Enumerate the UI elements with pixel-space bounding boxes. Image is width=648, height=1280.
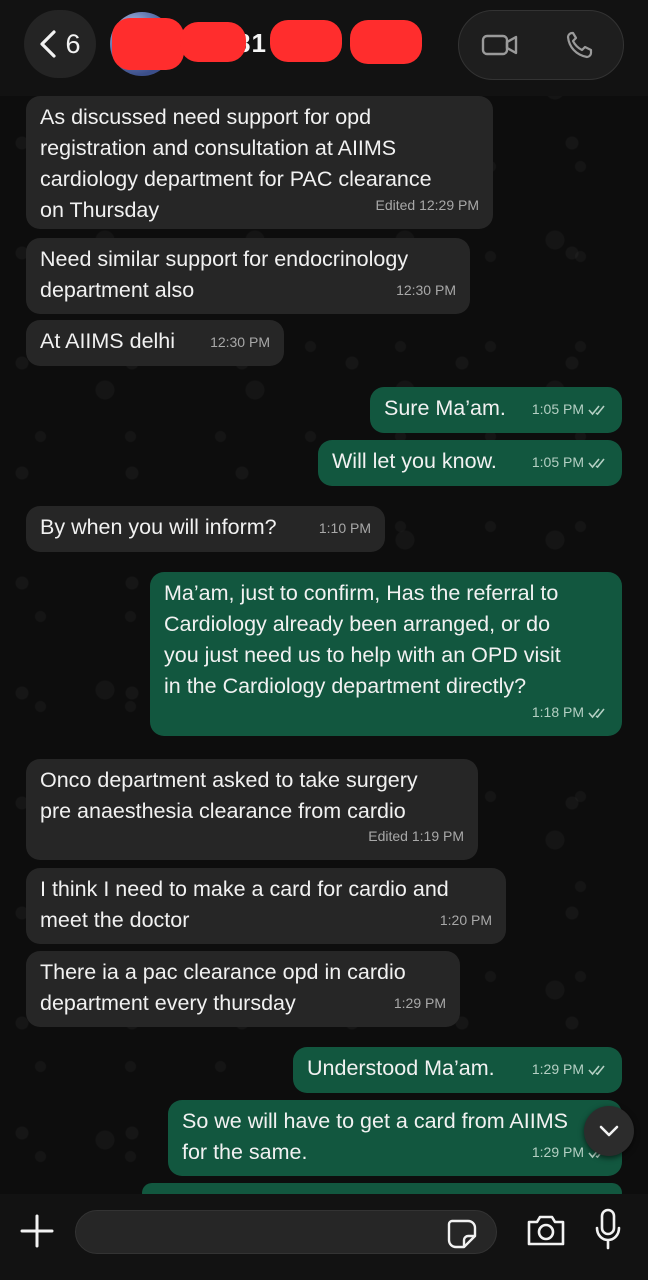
message-time: 1:05 PM — [531, 401, 584, 417]
call-buttons — [458, 10, 624, 80]
redaction-mark — [180, 22, 246, 62]
message-time: 12:30 PM — [396, 282, 456, 298]
message-bubble-incoming[interactable]: Need similar support for endocrinology d… — [26, 238, 470, 314]
message-bubble-incoming[interactable]: There ia a pac clearance opd in cardio d… — [26, 951, 460, 1027]
video-call-icon[interactable] — [481, 30, 519, 60]
message-text: I think I need to make a card for cardio… — [40, 877, 449, 932]
message-bubble-incoming[interactable]: Onco department asked to take surgery pr… — [26, 759, 478, 860]
read-receipt-icon — [588, 457, 605, 468]
message-time: 1:29 PM — [531, 1061, 584, 1077]
message-time: Edited 12:29 PM — [375, 197, 479, 213]
message-time: 12:30 PM — [210, 334, 270, 350]
sticker-icon[interactable] — [446, 1218, 478, 1250]
message-time: Edited 1:19 PM — [368, 828, 464, 844]
microphone-icon[interactable] — [594, 1208, 622, 1252]
message-bubble-incoming[interactable]: As discussed need support for opd regist… — [26, 96, 493, 229]
read-receipt-icon — [588, 1064, 605, 1075]
redaction-mark — [270, 20, 342, 62]
camera-icon[interactable] — [525, 1212, 567, 1248]
message-bubble-outgoing[interactable]: Sure Ma’am. 1:05 PM — [370, 387, 622, 433]
message-time: 1:05 PM — [531, 454, 584, 470]
chat-header: 6 81 73 — [0, 0, 648, 96]
chevron-left-icon — [40, 30, 57, 58]
message-text: There ia a pac clearance opd in cardio d… — [40, 960, 406, 1015]
message-bubble-incoming[interactable]: At AIIMS delhi 12:30 PM — [26, 320, 284, 366]
redaction-mark — [350, 20, 422, 64]
message-bubble-outgoing[interactable]: Understood Ma’am. 1:29 PM — [293, 1047, 622, 1093]
message-text: Onco department asked to take surgery pr… — [40, 768, 418, 823]
back-button[interactable]: 6 — [24, 10, 96, 78]
chevron-down-icon — [599, 1125, 619, 1137]
message-bubble-incoming[interactable]: By when you will inform? 1:10 PM — [26, 506, 385, 552]
message-time: 1:20 PM — [439, 912, 492, 928]
read-receipt-icon — [588, 404, 605, 415]
phone-icon[interactable] — [563, 30, 601, 60]
message-bubble-outgoing[interactable]: So we will have to get a card from AIIMS… — [168, 1100, 622, 1176]
message-text: Ma’am, just to confirm, Has the referral… — [164, 581, 561, 698]
plus-icon[interactable] — [18, 1212, 56, 1250]
scroll-to-bottom-button[interactable] — [584, 1106, 634, 1156]
message-bubble-outgoing[interactable]: Will let you know. 1:05 PM — [318, 440, 622, 486]
read-receipt-icon — [588, 707, 605, 718]
message-bubble-outgoing[interactable]: Ma’am, just to confirm, Has the referral… — [150, 572, 622, 736]
composer-bar — [0, 1194, 648, 1280]
unread-count: 6 — [65, 28, 81, 59]
redaction-mark — [112, 18, 184, 70]
message-text: Need similar support for endocrinology d… — [40, 247, 409, 302]
message-time: 1:10 PM — [318, 520, 371, 536]
message-time: 1:18 PM — [531, 704, 584, 720]
message-input[interactable] — [75, 1210, 497, 1254]
message-time: 1:29 PM — [393, 995, 446, 1011]
message-bubble-incoming[interactable]: I think I need to make a card for cardio… — [26, 868, 506, 944]
message-time: 1:29 PM — [531, 1144, 584, 1160]
